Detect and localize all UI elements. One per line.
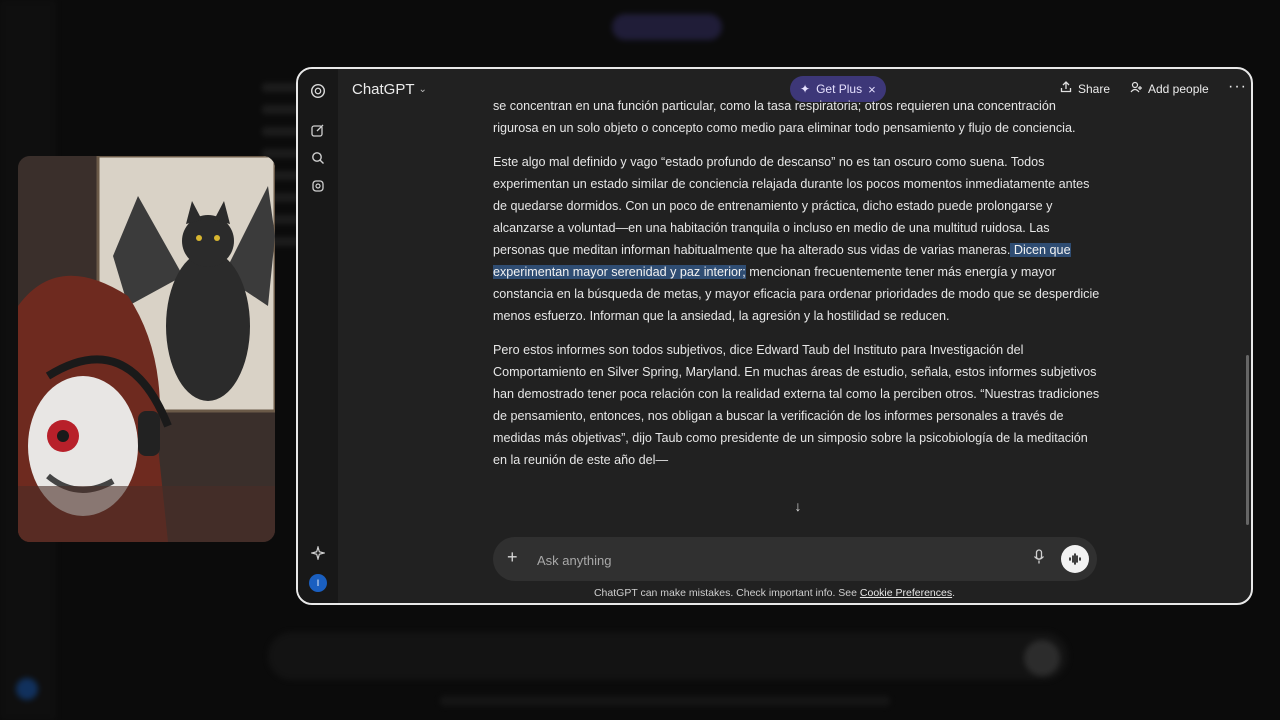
webcam-image [18, 156, 275, 542]
voice-mode-button[interactable] [1061, 545, 1089, 573]
conversation-area: se concentran en una función particular,… [493, 95, 1103, 535]
background-get-plus [612, 14, 722, 40]
get-plus-label: Get Plus [816, 82, 863, 96]
add-people-label: Add people [1148, 81, 1209, 96]
plus-icon[interactable]: + [507, 547, 518, 568]
paragraph-text: se concentran en una función particular,… [493, 99, 1076, 135]
webcam-overlay [18, 156, 275, 542]
message-paragraph: se concentran en una función particular,… [493, 95, 1103, 139]
more-options-icon[interactable]: ··· [1228, 78, 1247, 96]
scrollbar[interactable] [1246, 355, 1249, 525]
left-rail: I [298, 69, 338, 603]
background-send [1024, 640, 1060, 676]
waveform-icon [1069, 553, 1081, 565]
chevron-down-icon: ⌄ [418, 84, 427, 95]
add-person-icon [1130, 81, 1142, 96]
share-label: Share [1078, 81, 1111, 96]
share-button[interactable]: Share [1060, 81, 1110, 96]
share-icon [1060, 81, 1072, 96]
background-avatar [16, 678, 38, 700]
composer: + [493, 537, 1097, 581]
message-paragraph: Pero estos informes son todos subjetivos… [493, 339, 1103, 471]
sparkle-icon: ✦ [800, 82, 811, 96]
disclaimer-text: ChatGPT can make mistakes. Check importa… [593, 587, 860, 599]
paragraph-text: Pero estos informes son todos subjetivos… [493, 343, 1100, 467]
prompt-input[interactable] [535, 547, 999, 573]
new-chat-icon[interactable] [308, 120, 328, 140]
message-paragraph: Este algo mal definido y vago “estado pr… [493, 151, 1103, 327]
scroll-down-arrow-icon[interactable]: ↓ [789, 498, 807, 516]
disclaimer-end: . [952, 587, 956, 599]
cookie-preferences-link[interactable]: Cookie Preferences [860, 587, 952, 599]
openai-logo-icon[interactable] [308, 81, 328, 101]
background-footer [440, 696, 890, 706]
search-icon[interactable] [308, 148, 328, 168]
add-people-button[interactable]: Add people [1130, 81, 1209, 96]
sparkle-icon[interactable] [308, 543, 328, 563]
paragraph-text: Este algo mal definido y vago “estado pr… [493, 155, 1090, 257]
chat-window: I ChatGPT ⌄ ✦ Get Plus × Share Add peopl… [296, 67, 1253, 605]
library-icon[interactable] [308, 176, 328, 196]
microphone-icon[interactable] [1033, 549, 1045, 570]
model-selector[interactable]: ChatGPT ⌄ [352, 81, 427, 98]
background-composer [268, 632, 1068, 680]
app-title: ChatGPT [352, 81, 415, 98]
footer-disclaimer: ChatGPT can make mistakes. Check importa… [298, 587, 1251, 599]
